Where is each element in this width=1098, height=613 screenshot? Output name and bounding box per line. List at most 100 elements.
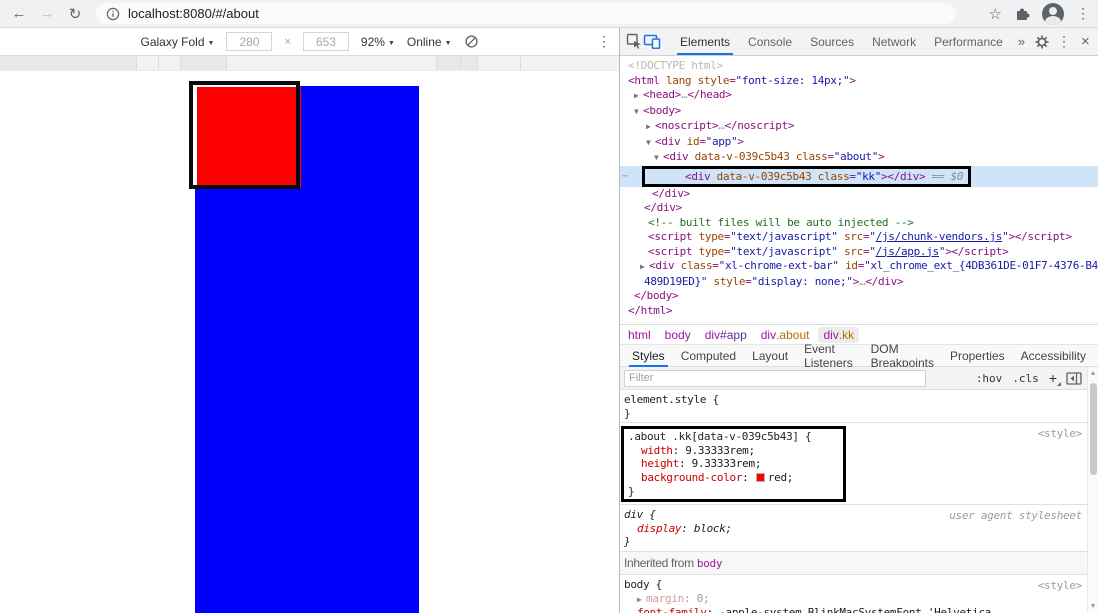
dom-tree-row[interactable]: ▼ <div id="app"> (620, 135, 1098, 151)
scrollbar-thumb[interactable] (1090, 383, 1097, 475)
dom-tree-row[interactable]: <script type="text/javascript" src="/js/… (620, 245, 1098, 260)
more-tabs-icon[interactable]: » (1012, 34, 1031, 49)
toggle-hov[interactable]: :hov (976, 372, 1003, 385)
breadcrumb-item[interactable]: div #app (705, 328, 747, 342)
bookmark-star-icon[interactable]: ☆ (989, 5, 1002, 23)
reload-icon[interactable]: ↻ (64, 3, 86, 25)
viewport-height-input[interactable] (302, 32, 349, 51)
styles-tab-accessibility[interactable]: Accessibility (1013, 345, 1094, 367)
dom-tree: <!DOCTYPE html> <html lang style="font-si… (620, 56, 1098, 324)
annotation-box-element (189, 81, 300, 189)
forward-icon[interactable]: → (36, 3, 58, 25)
breadcrumb-item[interactable]: div .kk (818, 326, 860, 343)
devtools-tabbar: Elements Console Sources Network Performance… (620, 28, 1098, 56)
css-property[interactable]: height: 9.33333rem; (624, 457, 843, 471)
device-select[interactable]: Galaxy Fold ▼ (141, 35, 215, 49)
back-icon[interactable]: ← (8, 3, 30, 25)
css-property[interactable]: display: block; (620, 522, 1098, 536)
chevron-down-icon: ▼ (387, 39, 395, 47)
style-rule: element.style {} (620, 390, 1098, 424)
breadcrumb-item[interactable]: body (665, 328, 691, 342)
rule-selector[interactable]: .about .kk[data-v-039c5b43] { (624, 430, 843, 444)
dom-tree-row[interactable]: </html> (620, 304, 1098, 319)
styles-tab-event-listeners[interactable]: Event Listeners (796, 342, 862, 370)
page-viewport (0, 71, 619, 613)
dom-tree-row-selected[interactable]: ⋯ <div data-v-039c5b43 class="kk"></div> … (620, 165, 1098, 187)
rule-close-brace: } (624, 406, 631, 420)
dom-tree-row[interactable]: ▶ <noscript>…</noscript> (620, 119, 1098, 135)
device-emulation-panel: Galaxy Fold▼ × 92%▼ Online▼ ⋮ (0, 28, 619, 613)
inherited-from-header: Inherited from body (620, 551, 1098, 575)
css-property[interactable]: ▶ margin: 0; (620, 592, 1098, 607)
info-circle-icon[interactable] (106, 7, 120, 21)
dom-tree-row[interactable]: 489D19ED}" style="display: none;">…</div… (620, 275, 1098, 290)
styles-tab-layout[interactable]: Layout (744, 345, 796, 367)
chevron-down-icon: ▼ (207, 39, 215, 47)
styles-scroll-region: :hov .cls + element.style {} <style> .about … (620, 367, 1098, 613)
rule-selector[interactable]: body { (620, 578, 1098, 592)
dom-tree-row[interactable]: <script type="text/javascript" src="/js/… (620, 230, 1098, 245)
css-property[interactable]: background-color: red; (624, 471, 843, 485)
dom-tree-row[interactable]: ▼ <div data-v-039c5b43 class="about"> (620, 150, 1098, 166)
dom-tree-row[interactable]: <html lang style="font-size: 14px;"> (620, 74, 1098, 89)
dom-tree-row[interactable]: ▶ <div class="xl-chrome-ext-bar" id="xl_… (620, 259, 1098, 275)
styles-tab-properties[interactable]: Properties (942, 345, 1013, 367)
rotate-icon[interactable] (464, 34, 479, 49)
css-property[interactable]: width: 9.33333rem; (624, 444, 843, 458)
toggle-cls[interactable]: .cls (1012, 372, 1039, 385)
overflow-dots: ⋯ (622, 170, 628, 182)
dock-side-icon[interactable] (1066, 371, 1082, 385)
stylesheet-origin-label[interactable]: <style> (1038, 579, 1083, 592)
styles-sidebar-tabs: Styles Computed Layout Event Listeners DOM B… (620, 342, 1098, 370)
styles-tab-dom-breakpoints[interactable]: DOM Breakpoints (863, 342, 942, 370)
profile-avatar[interactable] (1042, 2, 1064, 25)
dom-tree-row[interactable]: ▶ <head>…</head> (620, 88, 1098, 104)
browser-toolbar: ← → ↻ localhost:8080/#/about ☆ ⋮ (0, 0, 1098, 28)
throttling-select[interactable]: Online ▼ (407, 35, 452, 49)
scroll-up-icon[interactable]: ▲ (1088, 370, 1098, 377)
browser-menu-icon[interactable]: ⋮ (1076, 5, 1090, 22)
dimension-separator: × (284, 35, 291, 48)
viewport-width-input[interactable] (226, 32, 273, 51)
address-bar[interactable]: localhost:8080/#/about (96, 3, 956, 24)
tab-elements[interactable]: Elements (671, 28, 739, 55)
new-style-rule-button[interactable]: + (1049, 370, 1062, 386)
gear-icon[interactable] (1031, 32, 1053, 52)
style-rule: user agent stylesheet div {display: block… (620, 505, 1098, 552)
scrollbar[interactable]: ▲ ▼ (1087, 367, 1098, 613)
inspect-cursor-icon[interactable] (626, 32, 643, 52)
url-text[interactable]: localhost:8080/#/about (128, 6, 259, 21)
device-toolbar-toggle-icon[interactable] (643, 32, 661, 52)
stylesheet-origin-label[interactable]: <style> (1038, 427, 1083, 440)
rule-close-brace: } (624, 535, 631, 549)
device-toolbar-menu-icon[interactable]: ⋮ (597, 33, 611, 50)
styles-tab-styles[interactable]: Styles (624, 345, 673, 367)
tab-network[interactable]: Network (863, 28, 925, 55)
annotation-box-dom-row: <div data-v-039c5b43 class="kk"></div> =… (642, 165, 972, 187)
extensions-puzzle-icon[interactable] (1014, 6, 1030, 22)
dom-tree-row[interactable]: </body> (620, 289, 1098, 304)
styles-filter-row: :hov .cls + (620, 367, 1098, 390)
breadcrumb-item[interactable]: div .about (761, 328, 810, 342)
close-icon[interactable]: × (1075, 33, 1096, 50)
dom-tree-row[interactable]: <!-- built files will be auto injected -… (620, 216, 1098, 231)
stylesheet-origin-label: user agent stylesheet (949, 509, 1082, 523)
css-property[interactable]: font-family: -apple-system,BlinkMacSyste… (620, 606, 1098, 613)
styles-filter-input[interactable] (624, 369, 926, 387)
scroll-down-icon[interactable]: ▼ (1088, 603, 1098, 610)
tab-performance[interactable]: Performance (925, 28, 1012, 55)
dom-tree-row[interactable]: </div> (620, 201, 1098, 216)
rule-selector[interactable]: element.style { (620, 393, 1098, 407)
dom-tree-row[interactable]: <!DOCTYPE html> (620, 59, 1098, 74)
dom-tree-row[interactable]: ▼ <body> (620, 104, 1098, 120)
tab-console[interactable]: Console (739, 28, 801, 55)
color-swatch[interactable] (755, 472, 765, 482)
tab-sources[interactable]: Sources (801, 28, 863, 55)
devtools-panel: Elements Console Sources Network Performance… (619, 28, 1098, 613)
devtools-menu-icon[interactable]: ⋮ (1057, 33, 1071, 50)
dom-tree-row[interactable]: </div> (620, 187, 1098, 202)
styles-tab-computed[interactable]: Computed (673, 345, 744, 367)
breadcrumb-item[interactable]: html (628, 328, 651, 342)
zoom-select[interactable]: 92% ▼ (361, 35, 395, 49)
screen: ← → ↻ localhost:8080/#/about ☆ ⋮ Galaxy … (0, 0, 1098, 613)
